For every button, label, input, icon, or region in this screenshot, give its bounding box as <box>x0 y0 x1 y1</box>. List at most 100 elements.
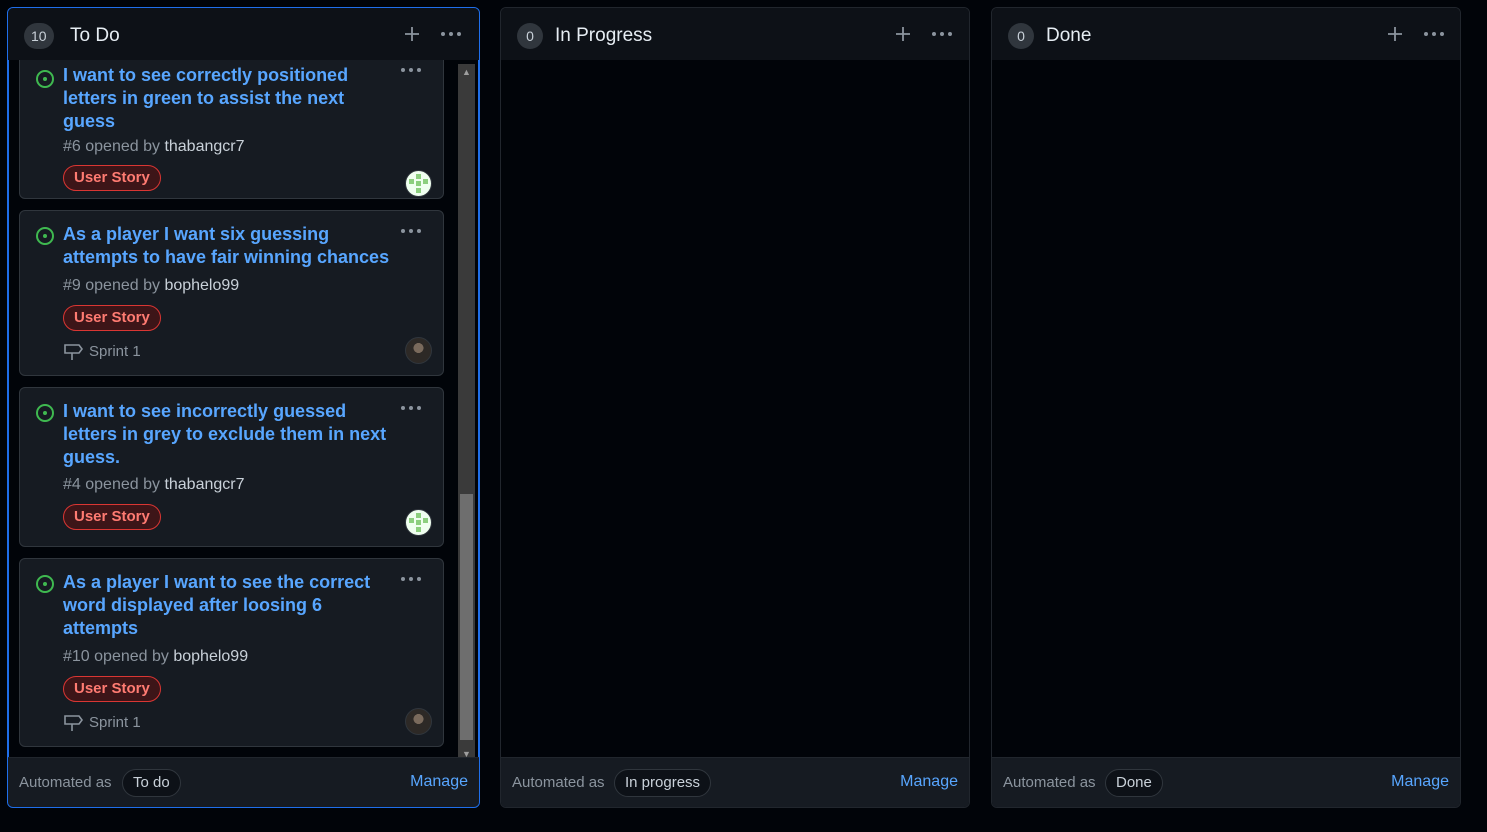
milestone[interactable]: Sprint 1 <box>63 712 141 732</box>
kebab-icon <box>932 32 952 36</box>
column-menu-button[interactable] <box>928 20 956 48</box>
plus-icon <box>1388 27 1402 41</box>
add-card-button[interactable] <box>398 20 426 48</box>
automation-preset-pill: Done <box>1105 769 1163 797</box>
manage-automation-link[interactable]: Manage <box>900 773 958 791</box>
automation-preset-pill: To do <box>122 769 181 797</box>
author-link[interactable]: bophelo99 <box>173 648 248 665</box>
card-menu-kebab-icon[interactable] <box>399 571 423 587</box>
label-user-story[interactable]: User Story <box>63 305 161 331</box>
automated-as-label: Automated as <box>512 774 605 791</box>
automation-preset-pill: In progress <box>614 769 712 797</box>
issue-open-icon <box>36 404 54 422</box>
plus-icon <box>896 27 910 41</box>
opened-by-text: opened by <box>85 138 160 155</box>
issue-title-line: attempts to have fair winning chances <box>63 247 390 267</box>
avatar[interactable] <box>405 509 432 536</box>
card-menu-kebab-icon[interactable] <box>399 400 423 416</box>
issue-title-line: guess <box>63 111 116 131</box>
milestone[interactable]: Sprint 1 <box>63 341 141 361</box>
milestone-label: Sprint 1 <box>89 713 141 731</box>
card-count-badge: 0 <box>517 23 543 49</box>
issue-title-link[interactable]: I want to see incorrectly guessed letter… <box>63 400 393 469</box>
column-menu-button[interactable] <box>1420 20 1448 48</box>
card-list <box>501 60 969 758</box>
card-menu-kebab-icon[interactable] <box>399 62 423 78</box>
column-footer: Automated as To do Manage <box>8 757 479 807</box>
card-count-badge: 0 <box>1008 23 1034 49</box>
column-title: Done <box>1046 25 1092 46</box>
column-footer: Automated as Done Manage <box>992 757 1460 807</box>
add-card-button[interactable] <box>1381 20 1409 48</box>
issue-title-link[interactable]: As a player I want six guessing attempts… <box>63 223 393 269</box>
opened-by-text: opened by <box>94 648 169 665</box>
issue-title-line: letters in grey to exclude them in next <box>63 424 387 444</box>
issue-title-line: As a player I want six guessing <box>63 224 330 244</box>
card-count-badge: 10 <box>24 23 54 49</box>
issue-title-line: guess. <box>63 447 121 467</box>
issue-meta: #4 opened by thabangcr7 <box>63 476 245 494</box>
kebab-icon <box>1424 32 1444 36</box>
issue-number: #6 <box>63 138 81 155</box>
author-link[interactable]: thabangcr7 <box>164 476 244 493</box>
card-list: I want to see correctly positioned lette… <box>8 60 479 758</box>
issue-title-link[interactable]: I want to see correctly positioned lette… <box>63 64 393 133</box>
issue-card[interactable]: As a player I want six guessing attempts… <box>19 210 444 376</box>
automated-as-label: Automated as <box>19 774 112 791</box>
issue-open-icon <box>36 70 54 88</box>
scroll-up-arrow[interactable]: ▲ <box>458 64 475 80</box>
milestone-icon <box>64 344 83 360</box>
scroll-thumb[interactable] <box>460 494 473 740</box>
avatar[interactable] <box>405 708 432 735</box>
author-link[interactable]: bophelo99 <box>164 277 239 294</box>
issue-title-line: word displayed after loosing 6 <box>63 595 323 615</box>
issue-title-line: attempts <box>63 618 139 638</box>
add-card-button[interactable] <box>889 20 917 48</box>
milestone-icon <box>64 715 83 731</box>
issue-meta: #6 opened by thabangcr7 <box>63 138 245 156</box>
column-header: 0 In Progress <box>501 8 969 60</box>
column-title: In Progress <box>555 25 653 46</box>
column-title: To Do <box>70 25 120 46</box>
opened-by-text: opened by <box>85 277 160 294</box>
manage-automation-link[interactable]: Manage <box>410 773 468 791</box>
issue-title-link[interactable]: As a player I want to see the correct wo… <box>63 571 393 640</box>
label-user-story[interactable]: User Story <box>63 676 161 702</box>
issue-card[interactable]: I want to see incorrectly guessed letter… <box>19 387 444 547</box>
milestone-label: Sprint 1 <box>89 342 141 360</box>
issue-open-icon <box>36 227 54 245</box>
column-done: 0 Done Automated as Done Manage <box>991 7 1461 808</box>
card-list <box>992 60 1460 758</box>
issue-title-line: As a player I want to see the correct <box>63 572 371 592</box>
column-header: 10 To Do <box>8 8 479 60</box>
issue-number: #10 <box>63 648 90 665</box>
plus-icon <box>405 27 419 41</box>
issue-title-line: I want to see correctly positioned <box>63 65 349 85</box>
kebab-icon <box>441 32 461 36</box>
avatar[interactable] <box>405 337 432 364</box>
author-link[interactable]: thabangcr7 <box>164 138 244 155</box>
label-user-story[interactable]: User Story <box>63 165 161 191</box>
issue-title-line: I want to see incorrectly guessed <box>63 401 347 421</box>
card-menu-kebab-icon[interactable] <box>399 223 423 239</box>
vertical-scrollbar[interactable]: ▲ ▼ <box>458 64 475 762</box>
column-todo: 10 To Do I want to see correctly positio… <box>7 7 480 808</box>
issue-meta: #10 opened by bophelo99 <box>63 648 248 666</box>
opened-by-text: opened by <box>85 476 160 493</box>
issue-title-line: letters in green to assist the next <box>63 88 345 108</box>
column-header: 0 Done <box>992 8 1460 60</box>
avatar[interactable] <box>405 170 432 197</box>
issue-meta: #9 opened by bophelo99 <box>63 277 239 295</box>
manage-automation-link[interactable]: Manage <box>1391 773 1449 791</box>
identicon-icon <box>409 513 428 532</box>
issue-open-icon <box>36 575 54 593</box>
column-menu-button[interactable] <box>437 20 465 48</box>
automated-as-label: Automated as <box>1003 774 1096 791</box>
issue-number: #4 <box>63 476 81 493</box>
identicon-icon <box>409 174 428 193</box>
issue-card[interactable]: As a player I want to see the correct wo… <box>19 558 444 747</box>
column-in-progress: 0 In Progress Automated as In progress M… <box>500 7 970 808</box>
issue-number: #9 <box>63 277 81 294</box>
issue-card[interactable]: I want to see correctly positioned lette… <box>19 60 444 199</box>
label-user-story[interactable]: User Story <box>63 504 161 530</box>
